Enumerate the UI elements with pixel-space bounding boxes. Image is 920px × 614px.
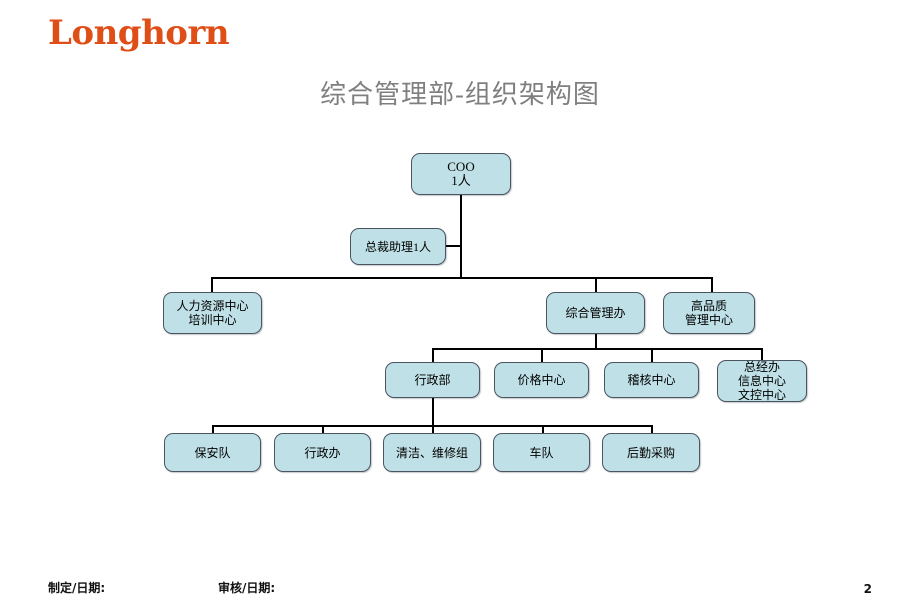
connector-level3-bus: [432, 348, 762, 350]
connector-ga-to-level3: [595, 334, 597, 348]
node-audit-center[interactable]: 稽核中心: [604, 362, 699, 398]
org-chart: COO 1人 总裁助理1人 人力资源中心 培训中心 综合管理办 高品质 管理中心: [0, 0, 920, 614]
node-audit-center-line1: 稽核中心: [627, 373, 676, 387]
node-gm-office[interactable]: 总经办 信息中心 文控中心: [717, 360, 807, 402]
node-admin-department-line1: 行政部: [414, 373, 451, 387]
node-gm-office-line1: 总经办: [743, 360, 780, 374]
node-hr-center[interactable]: 人力资源中心 培训中心: [163, 292, 262, 334]
node-general-affairs-office-line1: 综合管理办: [565, 306, 626, 320]
node-fleet-team-line1: 车队: [529, 445, 554, 460]
node-security-team-line1: 保安队: [194, 445, 231, 460]
node-quality-center-line1: 高品质: [690, 299, 727, 313]
connector-level3-drop-price: [541, 348, 543, 362]
node-admin-office-line1: 行政办: [304, 445, 341, 460]
connector-level2-bus: [211, 277, 713, 279]
connector-admin-to-level4: [432, 398, 434, 425]
footer-checked-by-label: 审核/日期:: [218, 581, 276, 595]
node-security-team[interactable]: 保安队: [164, 433, 261, 472]
connector-level2-drop-quality: [711, 277, 713, 292]
connector-coo-trunk: [460, 195, 462, 278]
connector-assistant-stub: [446, 245, 462, 247]
node-hr-center-line1: 人力资源中心: [176, 299, 249, 313]
node-admin-department[interactable]: 行政部: [385, 362, 480, 398]
node-cleaning-repair-group-line1: 清洁、维修组: [395, 445, 468, 460]
node-coo[interactable]: COO 1人: [411, 153, 511, 195]
node-cleaning-repair-group[interactable]: 清洁、维修组: [383, 433, 481, 472]
slide-canvas: Longhorn 综合管理部-组织架构图 COO 1人 总裁助理1人 人力资源中…: [0, 0, 920, 614]
node-price-center-line1: 价格中心: [517, 373, 566, 387]
node-president-assistant-line1: 总裁助理1人: [364, 239, 431, 254]
footer-made-by-label: 制定/日期:: [48, 581, 106, 595]
node-general-affairs-office[interactable]: 综合管理办: [546, 292, 645, 334]
node-admin-office[interactable]: 行政办: [274, 433, 371, 472]
node-quality-center-line2: 管理中心: [684, 313, 733, 327]
node-logistics-purchase[interactable]: 后勤采购: [602, 433, 700, 472]
connector-level2-drop-hr: [211, 277, 213, 292]
node-gm-office-line3: 文控中心: [737, 388, 786, 402]
node-coo-line1: COO: [447, 159, 475, 174]
node-fleet-team[interactable]: 车队: [493, 433, 590, 472]
node-logistics-purchase-line1: 后勤采购: [626, 445, 675, 460]
node-president-assistant[interactable]: 总裁助理1人: [350, 228, 446, 265]
page-number: 2: [863, 582, 872, 596]
node-quality-center[interactable]: 高品质 管理中心: [663, 292, 755, 334]
connector-level3-drop-audit: [651, 348, 653, 362]
node-price-center[interactable]: 价格中心: [494, 362, 589, 398]
connector-level3-drop-gm: [761, 348, 763, 360]
node-hr-center-line2: 培训中心: [188, 313, 237, 327]
node-gm-office-line2: 信息中心: [737, 374, 786, 388]
connector-level2-drop-ga: [595, 277, 597, 292]
node-coo-line2: 1人: [451, 173, 471, 188]
connector-level3-drop-admin: [432, 348, 434, 362]
